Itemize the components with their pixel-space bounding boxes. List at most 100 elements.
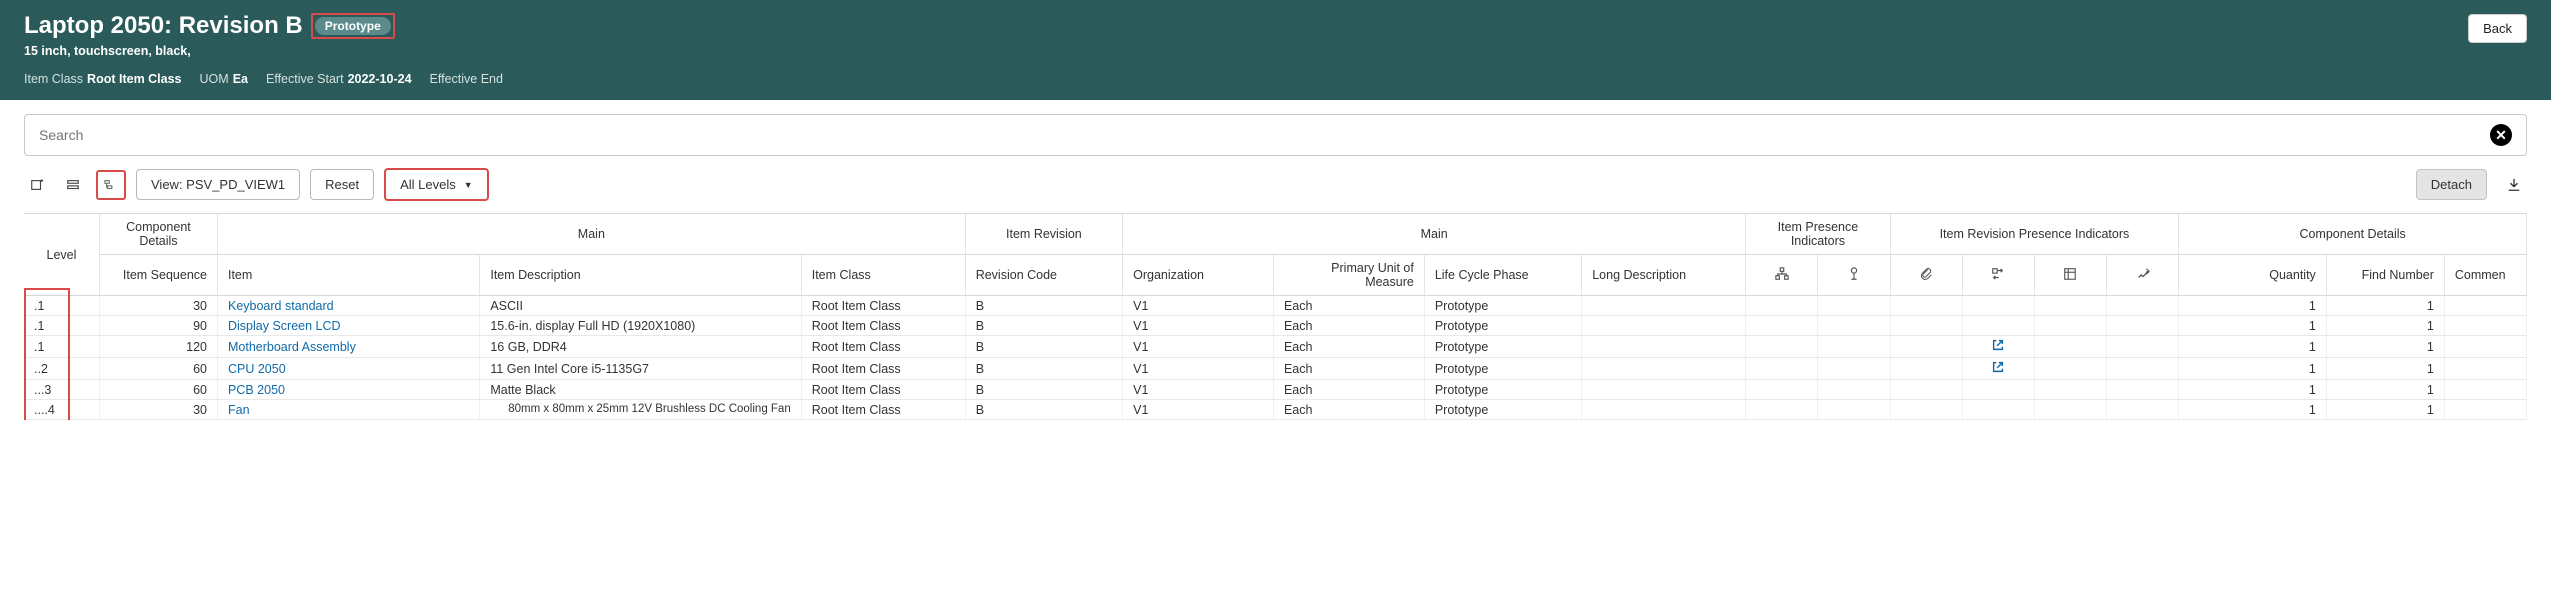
cell-item[interactable]: Display Screen LCD bbox=[217, 316, 479, 336]
cell-pres1 bbox=[1746, 316, 1818, 336]
download-icon[interactable] bbox=[2501, 172, 2527, 198]
col-aml-icon[interactable] bbox=[2034, 255, 2106, 296]
cell-where bbox=[2107, 400, 2179, 420]
cell-item[interactable]: Fan bbox=[217, 400, 479, 420]
search-input[interactable] bbox=[39, 127, 2490, 143]
cell-aml bbox=[2034, 316, 2106, 336]
view-button[interactable]: View: PSV_PD_VIEW1 bbox=[136, 169, 300, 200]
col-longdesc[interactable]: Long Description bbox=[1582, 255, 1746, 296]
cell-level: ...3 bbox=[24, 380, 99, 400]
cell-qty: 1 bbox=[2179, 336, 2327, 358]
back-button[interactable]: Back bbox=[2468, 14, 2527, 43]
col-desc[interactable]: Item Description bbox=[480, 255, 801, 296]
cell-pres1 bbox=[1746, 336, 1818, 358]
col-group-rev-presence[interactable]: Item Revision Presence Indicators bbox=[1890, 214, 2179, 255]
cell-uom: Each bbox=[1273, 380, 1424, 400]
cell-level: ....4 bbox=[24, 400, 99, 420]
cell-item[interactable]: Motherboard Assembly bbox=[217, 336, 479, 358]
cell-find: 1 bbox=[2326, 358, 2444, 380]
col-quality-icon[interactable] bbox=[1818, 255, 1890, 296]
cell-qty: 1 bbox=[2179, 358, 2327, 380]
cell-aml bbox=[2034, 336, 2106, 358]
levels-dropdown[interactable]: All Levels ▼ bbox=[384, 168, 489, 201]
col-lifecycle[interactable]: Life Cycle Phase bbox=[1424, 255, 1581, 296]
cell-item[interactable]: PCB 2050 bbox=[217, 380, 479, 400]
col-puom[interactable]: Primary Unit of Measure bbox=[1273, 255, 1424, 296]
cell-level: .1 bbox=[24, 316, 99, 336]
col-group-comp[interactable]: Component Details bbox=[99, 214, 217, 255]
cell-desc: 15.6-in. display Full HD (1920X1080) bbox=[480, 316, 801, 336]
expand-icon[interactable] bbox=[96, 170, 126, 200]
table-row[interactable]: .190Display Screen LCD15.6-in. display F… bbox=[24, 316, 2527, 336]
col-level[interactable]: Level bbox=[24, 214, 99, 296]
col-find[interactable]: Find Number bbox=[2326, 255, 2444, 296]
col-comments[interactable]: Commen bbox=[2444, 255, 2526, 296]
cell-aml bbox=[2034, 400, 2106, 420]
reset-button[interactable]: Reset bbox=[310, 169, 374, 200]
add-icon[interactable] bbox=[24, 172, 50, 198]
col-group-main2[interactable]: Main bbox=[1123, 214, 1746, 255]
cell-aml bbox=[2034, 296, 2106, 316]
col-qty[interactable]: Quantity bbox=[2179, 255, 2327, 296]
cell-qty: 1 bbox=[2179, 316, 2327, 336]
cell-item[interactable]: CPU 2050 bbox=[217, 358, 479, 380]
cell-desc: 80mm x 80mm x 25mm 12V Brushless DC Cool… bbox=[480, 400, 801, 420]
col-structure-icon[interactable] bbox=[1746, 255, 1818, 296]
cell-where bbox=[2107, 336, 2179, 358]
cell-pres1 bbox=[1746, 400, 1818, 420]
cell-comments bbox=[2444, 358, 2526, 380]
cell-class: Root Item Class bbox=[801, 380, 965, 400]
cell-desc: 11 Gen Intel Core i5-1135G7 bbox=[480, 358, 801, 380]
col-attach-icon[interactable] bbox=[1890, 255, 1962, 296]
cell-aml bbox=[2034, 380, 2106, 400]
table-row[interactable]: ...360PCB 2050Matte BlackRoot Item Class… bbox=[24, 380, 2527, 400]
cell-org: V1 bbox=[1123, 400, 1274, 420]
col-org[interactable]: Organization bbox=[1123, 255, 1274, 296]
cell-org: V1 bbox=[1123, 336, 1274, 358]
col-group-presence[interactable]: Item Presence Indicators bbox=[1746, 214, 1890, 255]
cell-org: V1 bbox=[1123, 316, 1274, 336]
cell-level: .1 bbox=[24, 336, 99, 358]
cell-where bbox=[2107, 296, 2179, 316]
clear-icon[interactable]: ✕ bbox=[2490, 124, 2512, 146]
cell-find: 1 bbox=[2326, 336, 2444, 358]
col-group-comp2[interactable]: Component Details bbox=[2179, 214, 2527, 255]
cell-change[interactable] bbox=[1962, 336, 2034, 358]
cell-find: 1 bbox=[2326, 316, 2444, 336]
col-change-icon[interactable] bbox=[1962, 255, 2034, 296]
col-whereused-icon[interactable] bbox=[2107, 255, 2179, 296]
cell-comments bbox=[2444, 316, 2526, 336]
col-class[interactable]: Item Class bbox=[801, 255, 965, 296]
cell-change[interactable] bbox=[1962, 358, 2034, 380]
cell-change bbox=[1962, 400, 2034, 420]
external-link-icon bbox=[1991, 361, 2005, 377]
external-link-icon bbox=[1991, 339, 2005, 355]
page-subtitle: 15 inch, touchscreen, black, bbox=[24, 44, 2527, 58]
cell-qty: 1 bbox=[2179, 400, 2327, 420]
cell-comments bbox=[2444, 380, 2526, 400]
cell-item[interactable]: Keyboard standard bbox=[217, 296, 479, 316]
table-row[interactable]: ..260CPU 205011 Gen Intel Core i5-1135G7… bbox=[24, 358, 2527, 380]
table-row[interactable]: .1120Motherboard Assembly16 GB, DDR4Root… bbox=[24, 336, 2527, 358]
detach-button[interactable]: Detach bbox=[2416, 169, 2487, 200]
cell-seq: 60 bbox=[99, 380, 217, 400]
cell-rev: B bbox=[965, 400, 1122, 420]
cell-qty: 1 bbox=[2179, 296, 2327, 316]
cell-long bbox=[1582, 380, 1746, 400]
cell-class: Root Item Class bbox=[801, 358, 965, 380]
cell-phase: Prototype bbox=[1424, 380, 1581, 400]
col-item[interactable]: Item bbox=[217, 255, 479, 296]
table-row[interactable]: ....430Fan80mm x 80mm x 25mm 12V Brushle… bbox=[24, 400, 2527, 420]
col-revcode[interactable]: Revision Code bbox=[965, 255, 1122, 296]
col-item-seq[interactable]: Item Sequence bbox=[99, 255, 217, 296]
collapse-icon[interactable] bbox=[60, 172, 86, 198]
cell-where bbox=[2107, 358, 2179, 380]
table-row[interactable]: .130Keyboard standardASCIIRoot Item Clas… bbox=[24, 296, 2527, 316]
col-group-main[interactable]: Main bbox=[217, 214, 965, 255]
col-group-rev[interactable]: Item Revision bbox=[965, 214, 1122, 255]
search-box[interactable]: ✕ bbox=[24, 114, 2527, 156]
cell-pres2 bbox=[1818, 336, 1890, 358]
cell-rev: B bbox=[965, 380, 1122, 400]
cell-uom: Each bbox=[1273, 316, 1424, 336]
cell-level: ..2 bbox=[24, 358, 99, 380]
